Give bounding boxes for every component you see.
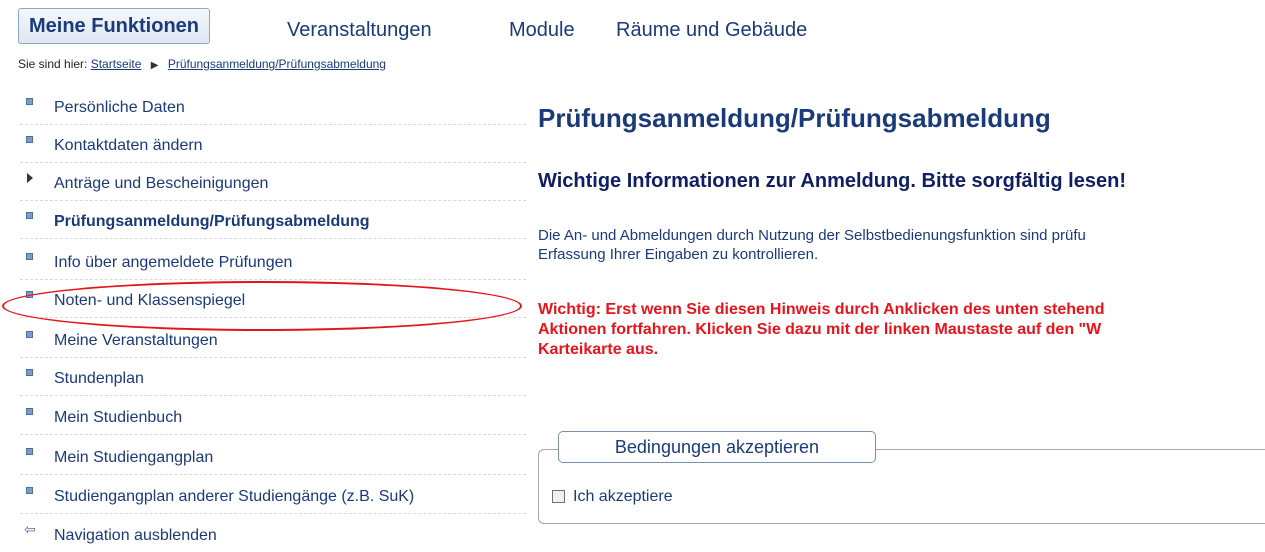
square-bullet-icon [26, 369, 33, 376]
tab-veranstaltungen[interactable]: Veranstaltungen [287, 18, 432, 42]
square-bullet-icon [26, 253, 33, 260]
warning-line: Karteikarte aus. [538, 341, 659, 358]
sidebar-item-notenspiegel[interactable]: Noten- und Klassenspiegel [20, 279, 526, 318]
sidebar-item-label: Info über angemeldete Prüfungen [54, 254, 293, 271]
sidebar-item-label: Navigation ausblenden [54, 527, 217, 544]
tab-module[interactable]: Module [509, 18, 575, 42]
sidebar-item-pruefungsanmeldung[interactable]: Prüfungsanmeldung/Prüfungsabmeldung [20, 200, 526, 239]
sidebar-item-label: Prüfungsanmeldung/Prüfungsabmeldung [54, 213, 370, 230]
info-paragraph-line: Die An- und Abmeldungen durch Nutzung de… [538, 227, 1086, 244]
breadcrumb: Sie sind hier: Startseite ▶ Prüfungsanme… [18, 57, 386, 71]
info-paragraph: Die An- und Abmeldungen durch Nutzung de… [538, 226, 1086, 264]
main-content: Prüfungsanmeldung/Prüfungsabmeldung Wich… [528, 83, 1265, 550]
accept-row: Ich akzeptiere [552, 488, 673, 506]
square-bullet-icon [26, 212, 33, 219]
tab-raeume-und-gebaeude[interactable]: Räume und Gebäude [616, 18, 807, 42]
sidebar-item-studiengangplan-andere[interactable]: Studiengangplan anderer Studiengänge (z.… [20, 475, 526, 514]
sidebar-item-kontaktdaten[interactable]: Kontaktdaten ändern [20, 124, 526, 163]
sidebar-item-label: Anträge und Bescheinigungen [54, 175, 269, 192]
square-bullet-icon [26, 98, 33, 105]
square-bullet-icon [26, 136, 33, 143]
sidebar-item-label: Mein Studienbuch [54, 409, 183, 426]
sidebar-item-label: Stundenplan [54, 370, 144, 387]
square-bullet-icon [26, 448, 33, 455]
warning-line: Aktionen fortfahren. Klicken Sie dazu mi… [538, 321, 1102, 338]
info-paragraph-line: Erfassung Ihrer Eingaben zu kontrolliere… [538, 246, 819, 263]
sidebar-item-label: Mein Studiengangplan [54, 449, 214, 466]
warning-text: Wichtig: Erst wenn Sie diesen Hinweis du… [538, 300, 1104, 360]
sidebar-item-label: Noten- und Klassenspiegel [54, 292, 246, 309]
sidebar-item-antraege[interactable]: Anträge und Bescheinigungen [20, 162, 526, 201]
sidebar-item-navigation-ausblenden[interactable]: ⇦ Navigation ausblenden [20, 514, 526, 552]
sidebar-item-meine-veranstaltungen[interactable]: Meine Veranstaltungen [20, 319, 526, 358]
square-bullet-icon [26, 291, 33, 298]
breadcrumb-separator-icon: ▶ [150, 60, 159, 71]
square-bullet-icon [26, 331, 33, 338]
top-navigation: Meine Funktionen Veranstaltungen Module … [0, 0, 1265, 50]
page-title: Prüfungsanmeldung/Prüfungsabmeldung [538, 103, 1051, 133]
accept-checkbox[interactable] [552, 490, 565, 503]
breadcrumb-prefix: Sie sind hier: [18, 57, 88, 71]
sidebar-item-label: Persönliche Daten [54, 99, 185, 116]
conditions-legend: Bedingungen akzeptieren [558, 431, 876, 463]
breadcrumb-link-startseite[interactable]: Startseite [91, 57, 142, 71]
tab-meine-funktionen[interactable]: Meine Funktionen [18, 8, 210, 44]
section-subtitle: Wichtige Informationen zur Anmeldung. Bi… [538, 170, 1126, 192]
arrow-left-icon: ⇦ [24, 521, 36, 537]
accept-label[interactable]: Ich akzeptiere [573, 488, 673, 505]
sidebar-item-label: Kontaktdaten ändern [54, 137, 203, 154]
sidebar: Persönliche Daten Kontaktdaten ändern An… [0, 83, 528, 550]
square-bullet-icon [26, 487, 33, 494]
breadcrumb-link-current[interactable]: Prüfungsanmeldung/Prüfungsabmeldung [168, 57, 386, 71]
sidebar-item-info-pruefungen[interactable]: Info über angemeldete Prüfungen [20, 241, 526, 280]
square-bullet-icon [26, 408, 33, 415]
sidebar-item-studienbuch[interactable]: Mein Studienbuch [20, 396, 526, 435]
sidebar-item-stundenplan[interactable]: Stundenplan [20, 357, 526, 396]
sidebar-item-label: Meine Veranstaltungen [54, 332, 218, 349]
sidebar-item-persoenliche-daten[interactable]: Persönliche Daten [20, 86, 526, 125]
warning-line: Wichtig: Erst wenn Sie diesen Hinweis du… [538, 301, 1105, 318]
triangle-right-icon [27, 173, 33, 183]
sidebar-item-studiengangplan[interactable]: Mein Studiengangplan [20, 436, 526, 475]
sidebar-item-label: Studiengangplan anderer Studiengänge (z.… [54, 488, 415, 505]
